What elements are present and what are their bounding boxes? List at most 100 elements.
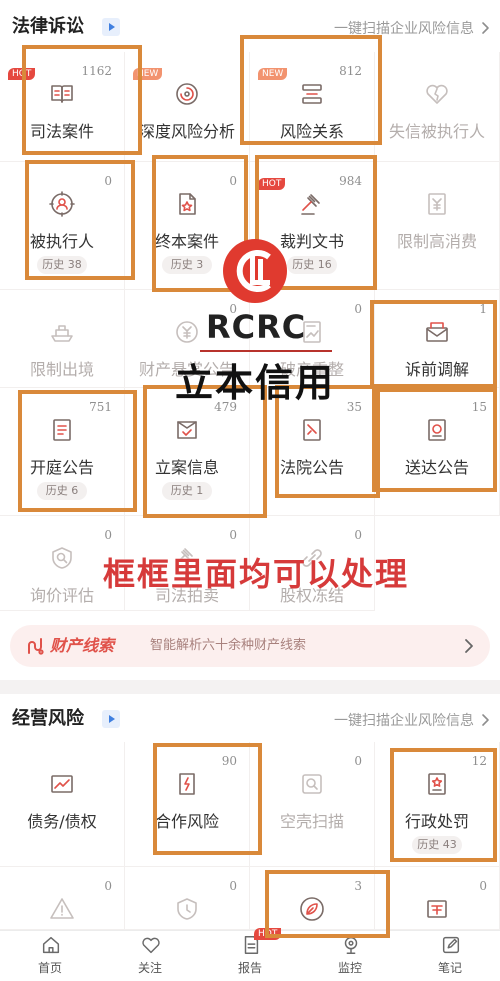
item-label: 空壳扫描 <box>279 812 344 831</box>
item-count: 1 <box>479 302 487 316</box>
tab-label: 关注 <box>137 961 162 975</box>
tab-camera[interactable]: 监控 <box>300 931 400 981</box>
business-risk-item[interactable]: 3 <box>250 867 375 930</box>
cooperation-icon <box>173 770 201 798</box>
hot-badge: HOT <box>254 928 282 940</box>
legal-risk-item[interactable]: 751 开庭公告 历史 6 <box>0 388 125 516</box>
item-count: 90 <box>221 754 237 768</box>
legal-risk-item[interactable]: 15 送达公告 <box>375 388 500 516</box>
tab-label: 报告 <box>237 961 262 975</box>
business-section-header: 经营风险 一键扫描企业风险信息 <box>0 694 500 742</box>
business-risk-item[interactable]: 12 行政处罚 历史 43 <box>375 742 500 867</box>
section-title: 法律诉讼 <box>12 16 84 37</box>
item-count: 0 <box>229 879 237 893</box>
legal-risk-item[interactable]: 失信被执行人 <box>375 52 500 162</box>
item-count: 812 <box>339 64 362 78</box>
business-risk-item[interactable]: 0 空壳扫描 <box>250 742 375 867</box>
item-count: 12 <box>471 754 487 768</box>
section-divider <box>0 680 500 694</box>
item-count: 0 <box>354 528 362 542</box>
relation-icon <box>298 80 326 108</box>
history-pill[interactable]: 历史 43 <box>412 836 462 854</box>
item-label: 限制高消费 <box>396 232 477 251</box>
item-label: 风险关系 <box>279 122 344 141</box>
overlay-caption: 框框里面均可以处理 <box>103 555 410 593</box>
tab-label: 笔记 <box>437 961 462 975</box>
home-icon <box>40 934 62 956</box>
gavel-icon <box>298 190 326 218</box>
business-risk-item[interactable]: 0 <box>125 867 250 930</box>
person-target-icon <box>48 190 76 218</box>
warning-icon <box>48 895 76 923</box>
business-risk-item[interactable]: 90 合作风险 <box>125 742 250 867</box>
item-label: 司法案件 <box>29 122 94 141</box>
item-label: 债务/债权 <box>27 812 97 831</box>
item-label: 诉前调解 <box>404 360 469 379</box>
hot-badge: HOT <box>8 68 36 80</box>
legal-risk-item[interactable]: 1 诉前调解 <box>375 290 500 388</box>
legal-risk-item[interactable]: 479 立案信息 历史 1 <box>125 388 250 516</box>
item-label: 合作风险 <box>154 812 219 831</box>
legal-risk-item[interactable]: NEW 812 风险关系 <box>250 52 375 162</box>
tab-label: 监控 <box>337 961 362 975</box>
item-count: 0 <box>104 174 112 188</box>
seal-document-icon <box>423 416 451 444</box>
play-icon[interactable] <box>102 18 120 36</box>
item-label: 被执行人 <box>29 232 94 251</box>
legal-risk-item[interactable]: 限制出境 <box>0 290 125 388</box>
new-badge: NEW <box>133 68 163 80</box>
item-label: 法院公告 <box>279 458 344 477</box>
bottom-tab-bar: 首页 关注 报告 HOT 监控 笔记 <box>0 928 500 981</box>
business-risk-item[interactable]: 0 <box>0 867 125 930</box>
business-risk-item[interactable]: 债务/债权 <box>0 742 125 867</box>
watermark-divider <box>200 350 332 352</box>
list-document-icon <box>48 416 76 444</box>
chevron-right-icon <box>460 637 478 655</box>
chevron-right-icon <box>478 21 492 35</box>
envelope-icon <box>423 318 451 346</box>
rcrc-logo <box>222 238 288 304</box>
yuan-circle-icon <box>173 318 201 346</box>
risk-overview-screen: 法律诉讼 一键扫描企业风险信息 HOT 1162 司法案件 NEW 深度风险分析 NEW 8… <box>0 0 500 981</box>
radar-icon <box>173 80 201 108</box>
item-count: 0 <box>354 302 362 316</box>
item-label: 立案信息 <box>154 458 219 477</box>
court-notice-icon <box>298 416 326 444</box>
legal-risk-item[interactable]: NEW 深度风险分析 <box>125 52 250 162</box>
check-document-icon <box>173 416 201 444</box>
legal-risk-item[interactable]: 35 法院公告 <box>250 388 375 516</box>
scan-risk-link[interactable]: 一键扫描企业风险信息 <box>334 710 492 730</box>
watermark-brand: RCRC <box>206 308 307 346</box>
legal-risk-item[interactable]: 0 被执行人历史 38 <box>0 162 125 290</box>
asset-clue-banner[interactable]: 财产线索 智能解析六十余种财产线索 <box>10 625 490 667</box>
scan-risk-link[interactable]: 一键扫描企业风险信息 <box>334 18 492 38</box>
item-label: 限制出境 <box>29 360 94 379</box>
history-pill[interactable]: 历史 38 <box>37 256 87 274</box>
tab-label: 首页 <box>37 961 62 975</box>
clue-icon <box>26 636 46 656</box>
legal-risk-item[interactable]: HOT 1162 司法案件 <box>0 52 125 162</box>
tab-note[interactable]: 笔记 <box>400 931 500 981</box>
item-count: 0 <box>354 754 362 768</box>
business-risk-item[interactable]: 0 <box>375 867 500 930</box>
item-label: 送达公告 <box>404 458 469 477</box>
item-count: 15 <box>471 400 487 414</box>
tab-heart[interactable]: 关注 <box>100 931 200 981</box>
tab-report[interactable]: 报告 HOT <box>200 928 300 981</box>
item-count: 1162 <box>81 64 112 78</box>
broken-heart-icon <box>423 80 451 108</box>
penalty-icon <box>423 770 451 798</box>
play-icon[interactable] <box>102 710 120 728</box>
history-pill[interactable]: 历史 3 <box>162 256 212 274</box>
legal-risk-item[interactable]: 限制高消费 <box>375 162 500 290</box>
item-label: 开庭公告 <box>29 458 94 477</box>
camera-icon <box>340 934 362 956</box>
history-pill[interactable]: 历史 16 <box>287 256 337 274</box>
history-pill[interactable]: 历史 1 <box>162 482 212 500</box>
legal-section-header: 法律诉讼 一键扫描企业风险信息 <box>0 2 500 50</box>
banner-subtitle: 智能解析六十余种财产线索 <box>150 638 307 653</box>
tax-icon <box>423 895 451 923</box>
note-icon <box>440 934 462 956</box>
tab-home[interactable]: 首页 <box>0 931 100 981</box>
history-pill[interactable]: 历史 6 <box>37 482 87 500</box>
